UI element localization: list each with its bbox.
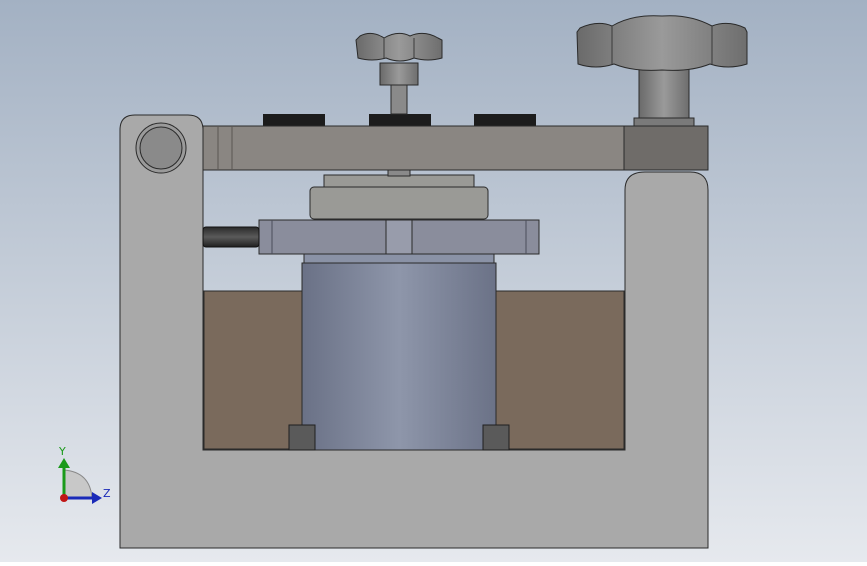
top-disk-small: [323, 174, 475, 188]
pad-left: [263, 114, 325, 126]
clamp-bar-right-block: [623, 125, 709, 171]
triad-x-origin: [60, 494, 68, 502]
big-knob[interactable]: [576, 15, 748, 71]
pad-right: [474, 114, 536, 126]
triad-z-label: Z: [103, 487, 111, 500]
center-screw-collar: [379, 62, 419, 86]
center-screw-shaft: [390, 83, 408, 115]
cad-viewport[interactable]: Y Z: [0, 0, 867, 562]
small-knob[interactable]: [355, 32, 443, 62]
flange-center-post: [385, 219, 413, 255]
foot-right: [482, 424, 510, 451]
main-cylinder[interactable]: [301, 262, 497, 451]
triad-y-label: Y: [58, 445, 66, 458]
foot-left: [288, 424, 316, 451]
top-disk[interactable]: [309, 186, 489, 220]
disk-hub: [387, 169, 411, 177]
side-pin[interactable]: [202, 226, 260, 248]
pad-center: [369, 114, 431, 126]
big-knob-collar: [633, 117, 695, 127]
model-canvas[interactable]: Y Z: [0, 0, 867, 562]
big-knob-shaft: [638, 62, 690, 122]
pivot-pin-face: [139, 126, 183, 170]
cylinder-collar: [303, 253, 495, 264]
